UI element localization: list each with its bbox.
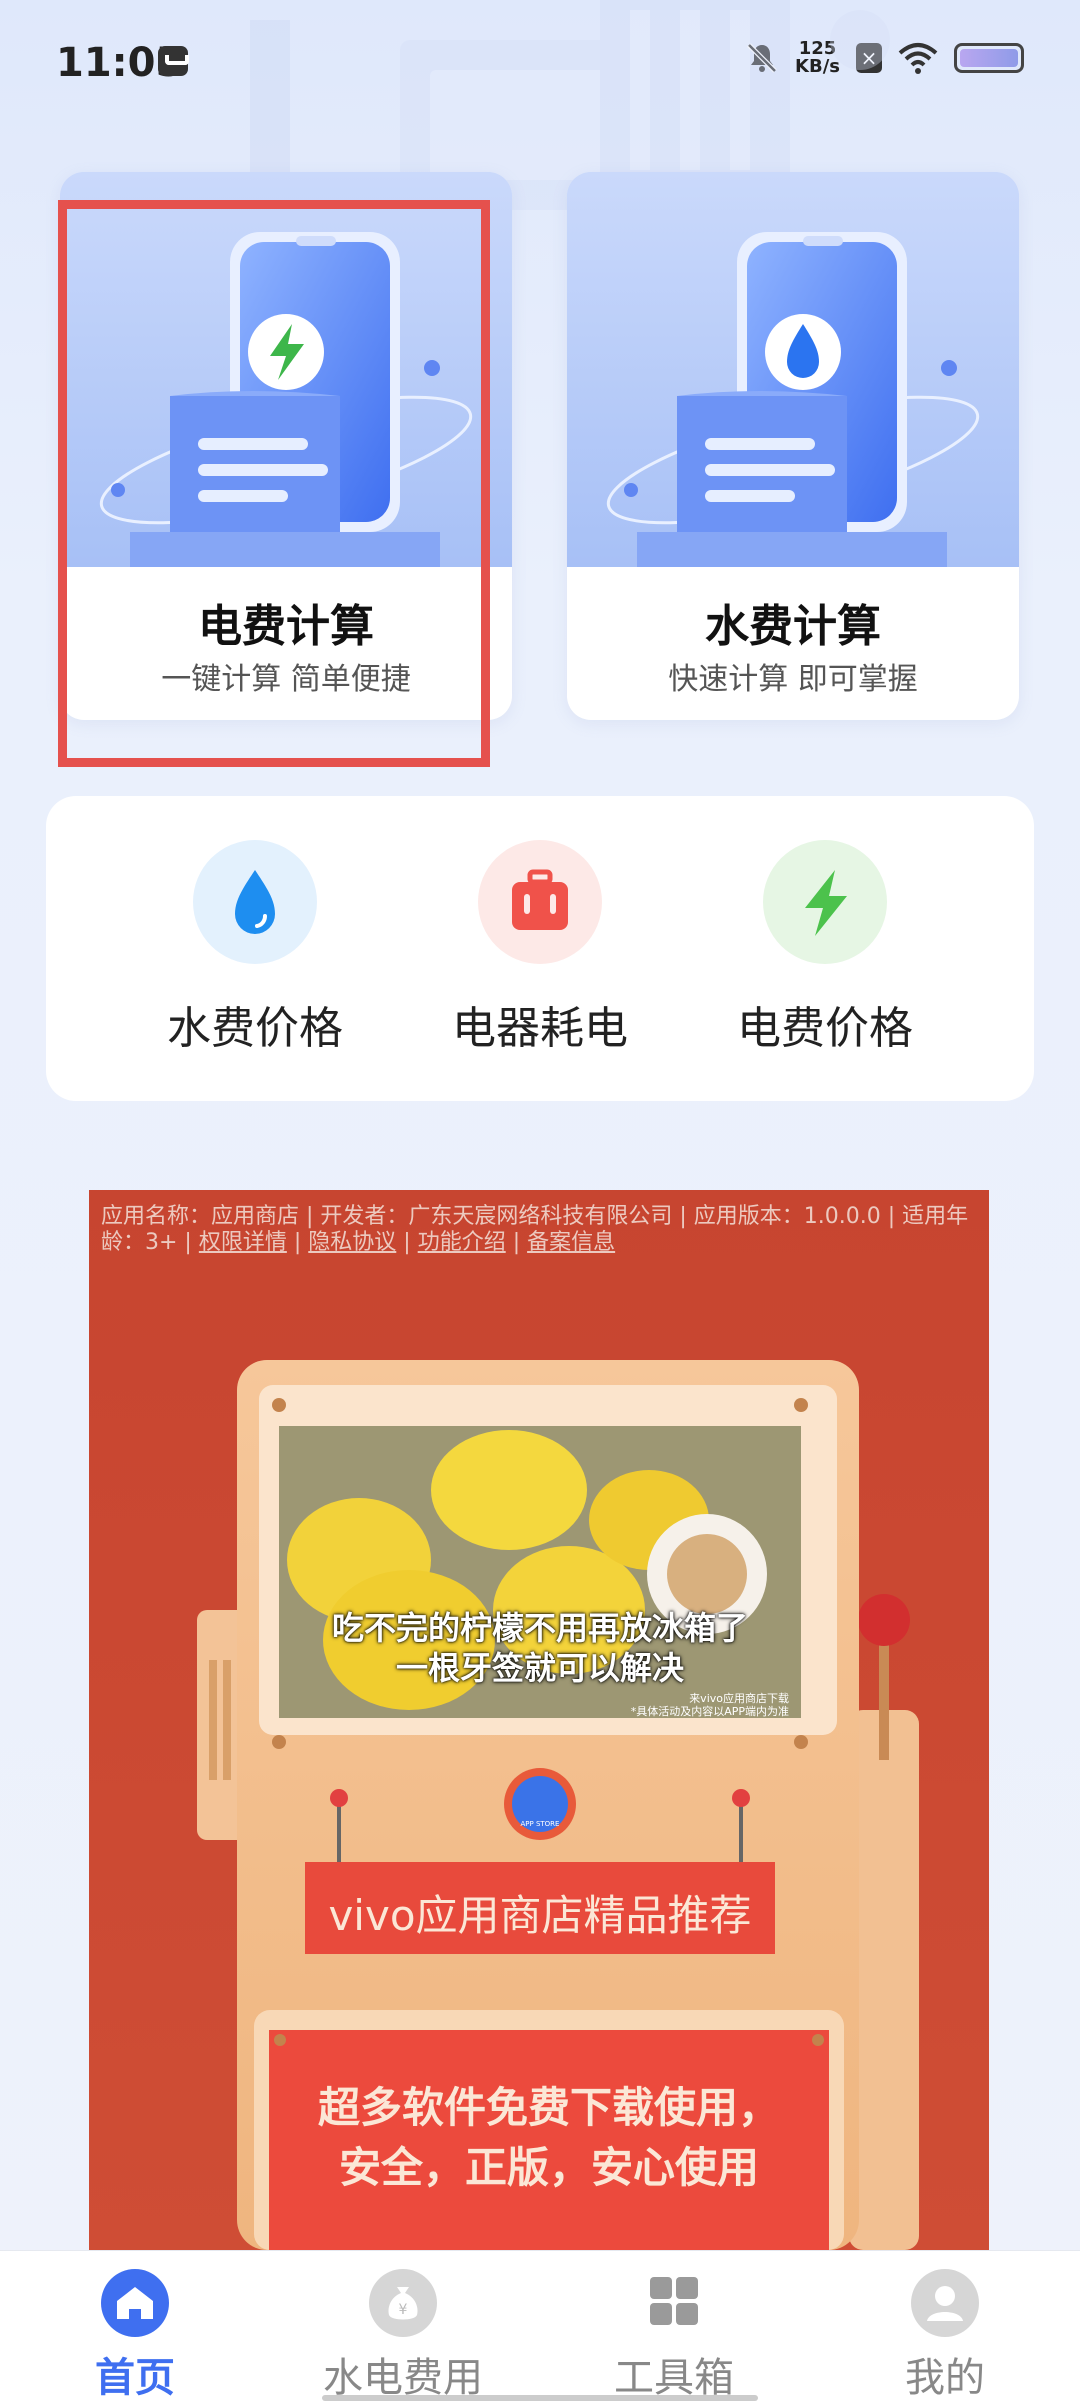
water-card-illustration xyxy=(567,172,1019,567)
lightning-icon xyxy=(763,840,887,964)
appliance-icon xyxy=(478,840,602,964)
ad-link-privacy[interactable]: 隐私协议 xyxy=(308,1230,396,1255)
nav-home[interactable]: 首页 xyxy=(35,2269,235,2403)
advertisement-banner[interactable]: 应用名称：应用商店 | 开发者：广东天宸网络科技有限公司 | 应用版本：1.0.… xyxy=(89,1190,989,2250)
money-bag-icon: ¥ xyxy=(369,2269,437,2337)
app-store-badge: APP STORE xyxy=(520,1820,560,1828)
nav-utility-fees[interactable]: ¥ 水电费用 xyxy=(303,2269,503,2403)
nav-toolbox[interactable]: 工具箱 xyxy=(574,2269,774,2403)
nav-profile-label: 我的 xyxy=(905,2355,985,2401)
electricity-calc-subtitle: 一键计算 简单便捷 xyxy=(161,662,411,697)
ad-screen-note-1: 来vivo应用商店下载 xyxy=(689,1692,789,1705)
nav-profile[interactable]: 我的 xyxy=(845,2269,1045,2403)
ad-link-filing[interactable]: 备案信息 xyxy=(527,1230,615,1255)
ad-app-info: 应用名称：应用商店 | 开发者：广东天宸网络科技有限公司 | 应用版本：1.0.… xyxy=(101,1204,969,1255)
ad-screen-note-2: *具体活动及内容以APP端内为准 xyxy=(630,1705,789,1718)
electricity-card-illustration xyxy=(60,172,512,567)
home-icon xyxy=(101,2269,169,2337)
user-icon xyxy=(911,2269,979,2337)
tool-electricity-price[interactable]: 电费价格 xyxy=(700,840,950,1056)
ad-panel-line-2: 安全，正版，安心使用 xyxy=(338,2143,759,2192)
tool-electricity-price-label: 电费价格 xyxy=(737,1003,913,1054)
water-calc-title: 水费计算 xyxy=(705,601,881,652)
svg-text:¥: ¥ xyxy=(399,2302,408,2318)
ad-caption-line-2: 一根牙签就可以解决 xyxy=(395,1649,684,1687)
ad-banner-text: vivo应用商店精品推荐 xyxy=(328,1891,752,1940)
ad-link-permissions[interactable]: 权限详情 xyxy=(199,1230,287,1255)
electricity-calc-card[interactable]: 电费计算 一键计算 简单便捷 xyxy=(60,172,512,720)
ad-screen-note: 来vivo应用商店下载 *具体活动及内容以APP端内为准 xyxy=(569,1692,789,1718)
grid-icon xyxy=(640,2269,708,2337)
ad-screen-caption: 吃不完的柠檬不用再放冰箱了 一根牙签就可以解决 xyxy=(279,1608,801,1688)
home-indicator[interactable] xyxy=(322,2395,758,2401)
electricity-calc-title: 电费计算 xyxy=(198,601,374,652)
bottom-navigation: 首页 ¥ 水电费用 工具箱 我的 xyxy=(0,2250,1080,2408)
battery-icon xyxy=(954,43,1024,73)
ad-caption-line-1: 吃不完的柠檬不用再放冰箱了 xyxy=(331,1609,748,1647)
water-calc-subtitle: 快速计算 即可掌握 xyxy=(668,662,918,697)
tool-water-price[interactable]: 水费价格 xyxy=(130,840,380,1056)
ad-link-features[interactable]: 功能介绍 xyxy=(418,1230,506,1255)
nav-home-label: 首页 xyxy=(95,2355,175,2401)
tool-water-price-label: 水费价格 xyxy=(167,1003,343,1054)
water-calc-card[interactable]: 水费计算 快速计算 即可掌握 xyxy=(567,172,1019,720)
ad-panel-text: 超多软件免费下载使用， 安全，正版，安心使用 xyxy=(269,2078,829,2198)
water-drop-icon xyxy=(193,840,317,964)
ad-panel-line-1: 超多软件免费下载使用， xyxy=(317,2083,780,2132)
tool-appliance-power[interactable]: 电器耗电 xyxy=(415,840,665,1056)
tools-panel: 水费价格 电器耗电 电费价格 xyxy=(46,796,1034,1101)
tool-appliance-power-label: 电器耗电 xyxy=(452,1003,628,1054)
